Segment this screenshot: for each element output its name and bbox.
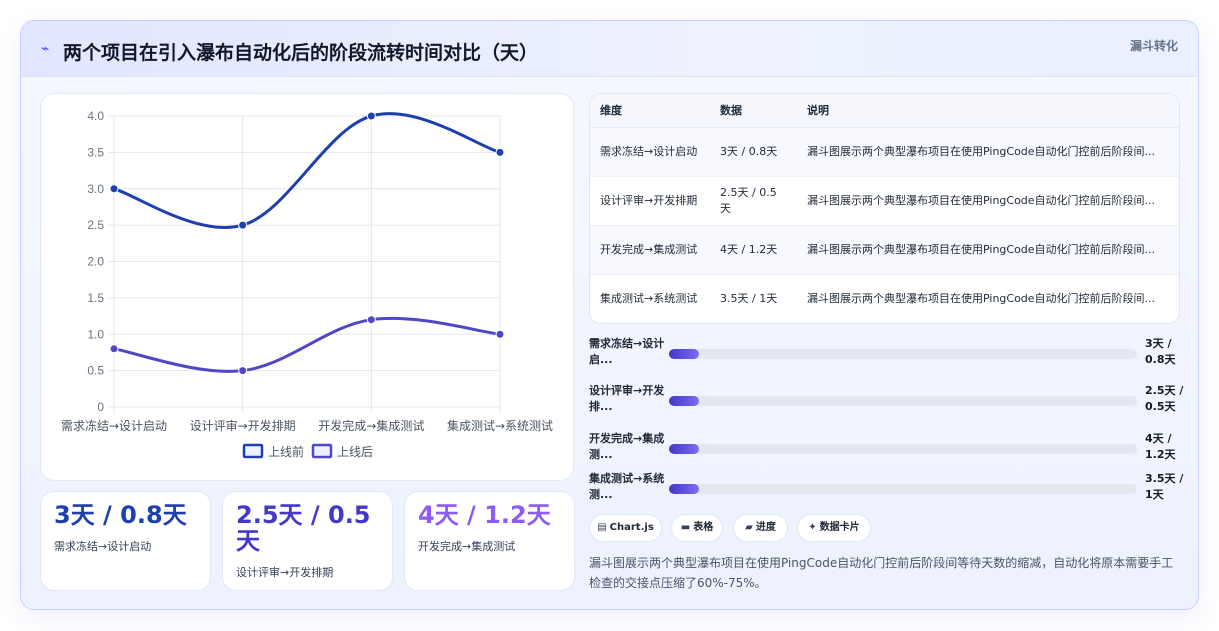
line-chart: 0 0.5 1.0 1.5 2.0 2.5 3.0 3.5 4.0 需求冻结→设计启动 设计评审→开… [61, 109, 553, 459]
data-point [109, 184, 119, 194]
table-row: 开发完成→集成测试 4天 / 1.2天 漏斗图展示两个典型瀑布项目在使用Ping… [590, 224, 1179, 274]
column-header: 数据 [710, 94, 797, 128]
progress-label: 设计评审→开发排... [589, 384, 665, 413]
cell-data: 2.5天 / 0.5天 [710, 175, 797, 225]
progress-value: 2.5天 / 0.5天 [1145, 384, 1184, 413]
cell-note: 漏斗图展示两个典型瀑布项目在使用PingCode自动化门控前后阶段间... [797, 224, 1179, 274]
kpi-value: 2.5天 / 0.5天 [236, 501, 371, 555]
kpi-label: 需求冻结→设计启动 [54, 540, 152, 553]
kpi-card-2: 2.5天 / 0.5天 设计评审→开发排期 [222, 491, 393, 591]
progress-icon: ▰ [745, 522, 753, 533]
card-header: ⌁ 两个项目在引入瀑布自动化后的阶段流转时间对比（天） 漏斗转化 [21, 21, 1198, 77]
table-icon: ▬ [680, 522, 691, 533]
kpi-value: 3天 / 0.8天 [54, 501, 187, 529]
progress-label: 开发完成→集成测... [589, 432, 665, 461]
chip-label: Chart.js [609, 522, 654, 533]
chart-icon: ▤ [597, 522, 607, 533]
cell-dim: 开发完成→集成测试 [590, 224, 710, 274]
y-tick-label: 1.0 [87, 327, 104, 341]
data-point [109, 344, 119, 354]
chip-data-card[interactable]: ✦ 数据卡片 [797, 514, 871, 542]
cell-data: 3.5天 / 1天 [710, 273, 797, 323]
table-header-row: 维度 数据 说明 [590, 94, 1179, 128]
x-tick-label: 设计评审→开发排期 [190, 418, 296, 433]
y-tick-label: 0.5 [87, 364, 104, 378]
kpi-label: 开发完成→集成测试 [418, 540, 516, 553]
chart-description: 漏斗图展示两个典型瀑布项目在使用PingCode自动化门控前后阶段间等待天数的缩… [589, 556, 1174, 590]
chip-table[interactable]: ▬ 表格 [671, 514, 723, 542]
page-title: 两个项目在引入瀑布自动化后的阶段流转时间对比（天） [63, 42, 539, 64]
y-tick-label: 0 [97, 400, 104, 414]
cell-note: 漏斗图展示两个典型瀑布项目在使用PingCode自动化门控前后阶段间... [797, 273, 1179, 323]
column-header: 说明 [797, 94, 1179, 128]
progress-row: 开发完成→集成测... 4天 / 1.2天 [589, 431, 1180, 471]
y-tick-label: 1.5 [87, 291, 104, 305]
y-tick-label: 3.0 [87, 182, 104, 196]
line-chart-panel: 0 0.5 1.0 1.5 2.0 2.5 3.0 3.5 4.0 需求冻结→设计启动 设计评审→开… [40, 93, 574, 481]
progress-fill [669, 444, 700, 454]
x-tick-label: 需求冻结→设计启动 [61, 418, 167, 433]
data-table: 维度 数据 说明 需求冻结→设计启动 3天 / 0.8天 漏斗图展示两个典型瀑布… [590, 94, 1179, 323]
chip-label: 表格 [693, 522, 714, 533]
y-tick-label: 2.0 [87, 255, 104, 269]
table-row: 设计评审→开发排期 2.5天 / 0.5天 漏斗图展示两个典型瀑布项目在使用Pi… [590, 175, 1179, 225]
trend-icon: ⌁ [41, 41, 50, 57]
progress-value: 3天 / 0.8天 [1145, 337, 1176, 366]
data-point [238, 366, 248, 376]
progress-fill [669, 349, 700, 359]
progress-fill [669, 396, 700, 406]
series-line [113, 316, 501, 373]
cell-dim: 设计评审→开发排期 [590, 175, 710, 225]
progress-value: 3.5天 / 1天 [1145, 472, 1184, 501]
column-header: 维度 [590, 94, 710, 128]
progress-label: 需求冻结→设计启... [589, 337, 665, 366]
data-point [495, 329, 505, 339]
chip-label: 进度 [755, 522, 776, 533]
progress-value: 4天 / 1.2天 [1145, 432, 1176, 461]
chip-progress[interactable]: ▰ 进度 [733, 514, 788, 542]
legend-swatch [311, 443, 333, 459]
progress-track [669, 396, 1137, 406]
data-point [238, 220, 248, 230]
chip-label: 数据卡片 [819, 522, 860, 533]
cell-note: 漏斗图展示两个典型瀑布项目在使用PingCode自动化门控前后阶段间... [797, 126, 1179, 176]
sparkle-icon: ✦ [808, 522, 817, 533]
y-tick-label: 4.0 [87, 109, 104, 123]
legend-label: 上线后 [337, 445, 373, 459]
cell-data: 4天 / 1.2天 [710, 224, 797, 274]
progress-track [669, 349, 1137, 359]
data-point [366, 315, 376, 325]
kpi-card-3: 4天 / 1.2天 开发完成→集成测试 [404, 491, 575, 591]
kpi-card-1: 3天 / 0.8天 需求冻结→设计启动 [40, 491, 211, 591]
cell-note: 漏斗图展示两个典型瀑布项目在使用PingCode自动化门控前后阶段间... [797, 175, 1179, 225]
chip-chartjs[interactable]: ▤ Chart.js [589, 514, 662, 542]
cell-data: 3天 / 0.8天 [710, 126, 797, 176]
y-tick-label: 2.5 [87, 218, 104, 232]
cell-dim: 集成测试→系统测试 [590, 273, 710, 323]
progress-track [669, 444, 1137, 454]
legend-swatch [242, 443, 264, 459]
kpi-value: 4天 / 1.2天 [418, 501, 551, 529]
legend-label: 上线前 [268, 444, 304, 459]
series-line [113, 112, 501, 229]
cell-dim: 需求冻结→设计启动 [590, 126, 710, 176]
y-tick-label: 3.5 [87, 145, 104, 159]
table-row: 集成测试→系统测试 3.5天 / 1天 漏斗图展示两个典型瀑布项目在使用Ping… [590, 273, 1179, 323]
data-table-panel: 维度 数据 说明 需求冻结→设计启动 3天 / 0.8天 漏斗图展示两个典型瀑布… [589, 93, 1180, 324]
data-point [495, 147, 505, 157]
table-row: 需求冻结→设计启动 3天 / 0.8天 漏斗图展示两个典型瀑布项目在使用Ping… [590, 126, 1179, 176]
category-tag: 漏斗转化 [1129, 39, 1178, 53]
progress-track [669, 484, 1137, 494]
x-tick-label: 集成测试→系统测试 [447, 418, 553, 433]
progress-row: 设计评审→开发排... 2.5天 / 0.5天 [589, 383, 1183, 423]
progress-fill [669, 484, 700, 494]
data-point [366, 111, 376, 121]
x-tick-label: 开发完成→集成测试 [318, 418, 424, 433]
kpi-label: 设计评审→开发排期 [236, 566, 334, 579]
progress-label: 集成测试→系统测... [589, 472, 665, 501]
progress-row: 需求冻结→设计启... 3天 / 0.8天 [589, 336, 1180, 376]
dashboard-card: ⌁ 两个项目在引入瀑布自动化后的阶段流转时间对比（天） 漏斗转化 0 0.5 1.0… [20, 20, 1199, 610]
progress-row: 集成测试→系统测... 3.5天 / 1天 [589, 471, 1183, 511]
